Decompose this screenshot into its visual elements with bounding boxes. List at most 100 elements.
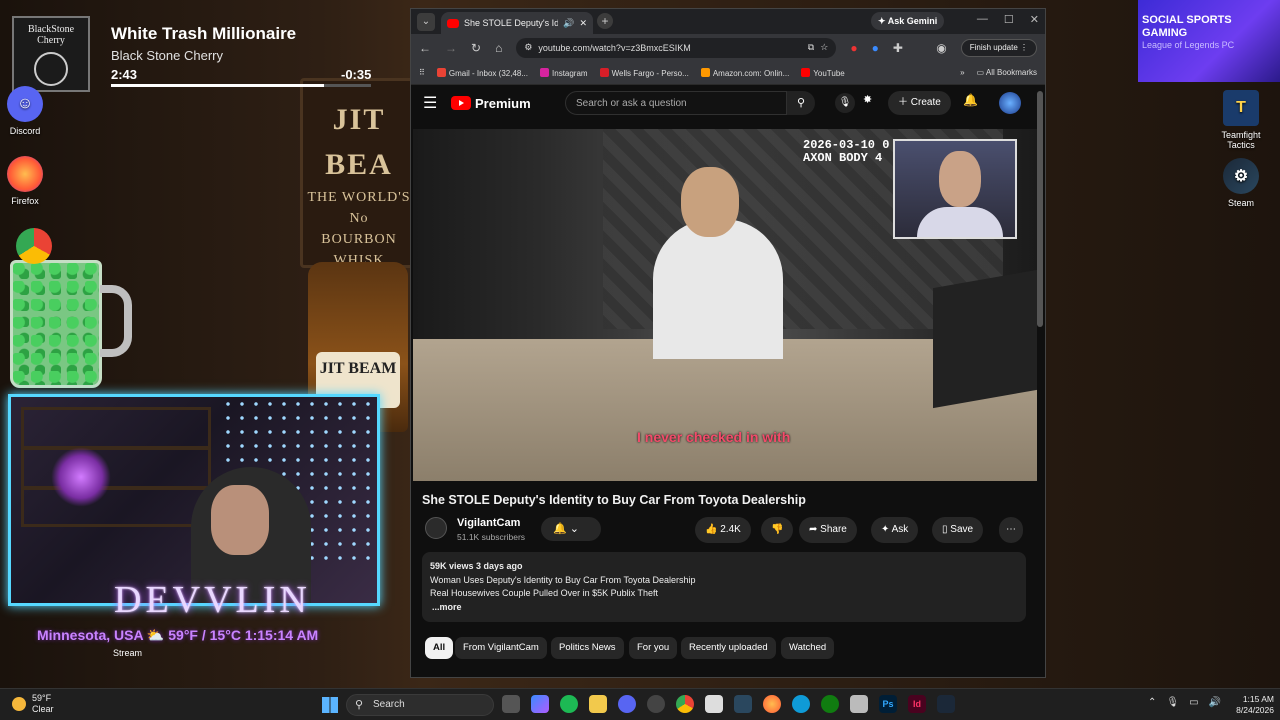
steam-running-icon[interactable]	[937, 695, 955, 713]
share-label: Share	[820, 524, 847, 535]
maximize-icon[interactable]: ☐	[1004, 13, 1014, 26]
address-bar[interactable]: ⚙ youtube.com/watch?v=z3BmxcESIKM ⧉ ☆	[516, 37, 837, 58]
like-button[interactable]: 👍 2.4K	[695, 517, 751, 543]
chip-recently-uploaded[interactable]: Recently uploaded	[681, 637, 776, 659]
subscription-bell-button[interactable]: 🔔 ⌄	[541, 517, 601, 541]
video-player[interactable]: 2026-03-10 0 AXON BODY 4 I never checked…	[413, 129, 1037, 481]
apps-grid-icon[interactable]: ⠿	[419, 68, 425, 77]
weather-widget[interactable]: 59°F Clear	[12, 693, 54, 715]
store-icon[interactable]	[705, 695, 723, 713]
mic-tray-icon[interactable]: 🎙	[1166, 697, 1179, 708]
bodycam-timestamp-line2: AXON BODY 4	[803, 151, 883, 166]
create-button[interactable]: ＋ Create	[888, 91, 951, 115]
desktop-icon-chrome[interactable]	[4, 228, 64, 268]
site-info-icon[interactable]: ⚙	[524, 42, 532, 53]
bookmark-wells-fargo[interactable]: Wells Fargo - Perso...	[599, 67, 689, 78]
edge-icon[interactable]	[792, 695, 810, 713]
photoshop-icon[interactable]: Ps	[879, 695, 897, 713]
ask-button[interactable]: ✦ Ask	[871, 517, 919, 543]
microphone-icon[interactable]: 🎙	[835, 93, 855, 113]
close-window-icon[interactable]: ✕	[1030, 13, 1039, 26]
wall-sign: JIT BEA THE WORLD'S No BOURBON WHISK	[300, 78, 418, 268]
youtube-logo[interactable]: Premium	[451, 96, 531, 111]
avatar[interactable]	[999, 92, 1021, 114]
new-tab-button[interactable]: +	[597, 13, 613, 29]
profile-icon[interactable]: ◉	[936, 41, 946, 55]
network-icon[interactable]: ▭	[1189, 697, 1198, 708]
bookmark-label: Gmail - Inbox (32,48...	[448, 68, 529, 78]
save-label: Save	[950, 524, 974, 535]
indesign-icon[interactable]: Id	[908, 695, 926, 713]
bookmark-label: Wells Fargo - Perso...	[611, 68, 689, 78]
save-button[interactable]: ▯ Save	[932, 517, 984, 543]
install-icon[interactable]: ⧉	[808, 42, 814, 53]
create-label: Create	[910, 97, 941, 108]
bookmark-gmail[interactable]: Gmail - Inbox (32,48...	[436, 67, 529, 78]
xbox-icon[interactable]	[821, 695, 839, 713]
amazon-icon	[700, 67, 710, 77]
volume-icon[interactable]: 🔊	[1209, 697, 1221, 708]
file-explorer-icon[interactable]	[589, 695, 607, 713]
notifications-bell-icon[interactable]: 🔔	[963, 93, 978, 107]
tray-overflow-icon[interactable]: ⌃	[1148, 697, 1156, 708]
puzzle-extensions-icon[interactable]: ✚	[893, 41, 903, 55]
desktop-icon-tft[interactable]: T Teamfight Tactics	[1211, 90, 1271, 150]
bookmark-star-icon[interactable]: ☆	[820, 42, 828, 53]
task-view-icon[interactable]	[502, 695, 520, 713]
description-box[interactable]: 59K views 3 days ago Woman Uses Deputy's…	[422, 552, 1026, 622]
taskbar-clock[interactable]: 1:15 AM 8/24/2026	[1226, 694, 1274, 716]
ask-gemini-button[interactable]: ✦ Ask Gemini	[871, 12, 945, 30]
more-actions-button[interactable]: ⋯	[999, 517, 1023, 543]
chip-politics-news[interactable]: Politics News	[551, 637, 624, 659]
extension-icon[interactable]: ●	[850, 41, 857, 55]
bookmark-instagram[interactable]: Instagram	[540, 67, 588, 78]
ai-sparkle-icon[interactable]: ✸	[863, 93, 872, 106]
extension-icon[interactable]: ●	[872, 41, 879, 55]
home-icon[interactable]: ⌂	[495, 41, 502, 55]
more-link[interactable]: ...more	[430, 601, 1018, 615]
menu-icon[interactable]: ☰	[423, 93, 441, 113]
all-bookmarks[interactable]: ▭ All Bookmarks	[977, 68, 1037, 77]
all-bookmarks-label: All Bookmarks	[985, 68, 1037, 77]
chip-watched[interactable]: Watched	[781, 637, 835, 659]
discord-taskbar-icon[interactable]	[618, 695, 636, 713]
bookmarks-overflow-icon[interactable]: »	[960, 68, 964, 77]
stream-location-weather: Minnesota, USA ⛅ 59°F / 15°C 1:15:14 AM	[37, 627, 319, 643]
firefox-taskbar-icon[interactable]	[763, 695, 781, 713]
search-icon: ⚲	[355, 699, 364, 711]
page-scrollbar[interactable]	[1037, 91, 1043, 327]
channel-name[interactable]: VigilantCam	[457, 517, 520, 529]
chrome-taskbar-icon[interactable]	[676, 695, 694, 713]
snipping-tool-icon[interactable]	[850, 695, 868, 713]
copilot-icon[interactable]	[531, 695, 549, 713]
desktop-icon-discord[interactable]: ☺ Discord	[0, 86, 55, 136]
tab-youtube-video[interactable]: She STOLE Deputy's Identity 🔊 ✕	[441, 12, 593, 34]
share-button[interactable]: ➦ Share	[799, 517, 857, 543]
finish-update-button[interactable]: Finish update ⋮	[960, 38, 1037, 57]
start-windows-icon[interactable]	[322, 697, 338, 713]
chip-all[interactable]: All	[425, 637, 454, 659]
dislike-button[interactable]: 👎	[761, 517, 794, 543]
steam-taskbar-icon[interactable]	[734, 695, 752, 713]
taskbar-search[interactable]: ⚲ Search	[346, 694, 494, 716]
forward-icon[interactable]: →	[445, 41, 457, 55]
tab-search-icon[interactable]: ⌄	[417, 13, 435, 31]
bookmark-amazon[interactable]: Amazon.com: Onlin...	[700, 67, 789, 78]
chip-from-channel[interactable]: From VigilantCam	[455, 637, 547, 659]
channel-avatar[interactable]	[425, 517, 447, 539]
reload-icon[interactable]: ↻	[471, 41, 481, 55]
obs-icon[interactable]	[647, 695, 665, 713]
back-icon[interactable]: ←	[419, 41, 431, 55]
promo-line1: SOCIAL SPORTS	[1142, 14, 1232, 26]
speaker-icon[interactable]: 🔊	[563, 18, 574, 29]
bookmark-youtube[interactable]: YouTube	[801, 67, 845, 78]
track-progress-bar[interactable]	[111, 84, 371, 87]
tab-close-icon[interactable]: ✕	[579, 18, 587, 29]
desktop-icon-steam[interactable]: ⚙ Steam	[1211, 158, 1271, 208]
desktop-icon-firefox[interactable]: Firefox	[0, 156, 55, 206]
search-input[interactable]: Search or ask a question	[565, 91, 787, 115]
chip-for-you[interactable]: For you	[629, 637, 678, 659]
spotify-icon[interactable]	[560, 695, 578, 713]
minimize-icon[interactable]: —	[977, 13, 988, 26]
search-icon[interactable]: ⚲	[787, 91, 815, 115]
